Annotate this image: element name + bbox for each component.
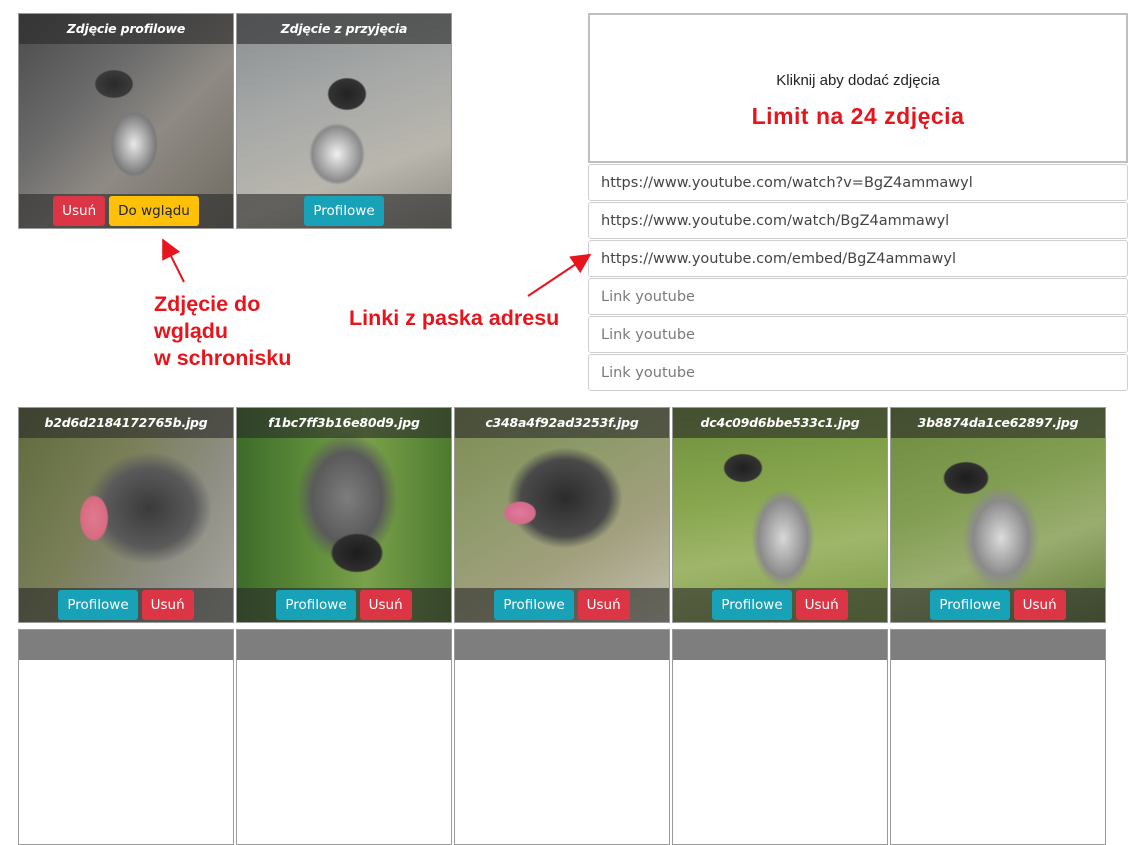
set-profile-button[interactable]: Profilowe — [930, 590, 1010, 620]
card-title: b2d6d2184172765b.jpg — [19, 408, 233, 438]
set-profile-button[interactable]: Profilowe — [494, 590, 574, 620]
card-actions: Profilowe Usuń — [455, 588, 669, 622]
gallery-card — [890, 629, 1106, 845]
card-title: 3b8874da1ce62897.jpg — [891, 408, 1105, 438]
card-title: f1bc7ff3b16e80d9.jpg — [237, 408, 451, 438]
card-actions: Profilowe Usuń — [19, 588, 233, 622]
card-title — [673, 630, 887, 660]
set-profile-button[interactable]: Profilowe — [712, 590, 792, 620]
delete-button[interactable]: Usuń — [1013, 590, 1066, 620]
gallery-card: dc4c09d6bbe533c1.jpg Profilowe Usuń — [672, 407, 888, 623]
card-actions: Profilowe Usuń — [237, 588, 451, 622]
card-title — [455, 630, 669, 660]
set-profile-button[interactable]: Profilowe — [58, 590, 138, 620]
card-actions: Profilowe Usuń — [673, 588, 887, 622]
card-title — [891, 630, 1105, 660]
gallery-card — [454, 629, 670, 845]
card-title — [237, 630, 451, 660]
gallery-card: f1bc7ff3b16e80d9.jpg Profilowe Usuń — [236, 407, 452, 623]
card-actions: Profilowe Usuń — [891, 588, 1105, 622]
card-title — [19, 630, 233, 660]
arrow-to-view-button — [162, 238, 185, 283]
gallery-card: b2d6d2184172765b.jpg Profilowe Usuń — [18, 407, 234, 623]
delete-button[interactable]: Usuń — [359, 590, 412, 620]
set-profile-button[interactable]: Profilowe — [276, 590, 356, 620]
gallery-card — [18, 629, 234, 845]
card-title: dc4c09d6bbe533c1.jpg — [673, 408, 887, 438]
card-title: c348a4f92ad3253f.jpg — [455, 408, 669, 438]
gallery-card — [672, 629, 888, 845]
gallery-card — [236, 629, 452, 845]
gallery-card: c348a4f92ad3253f.jpg Profilowe Usuń — [454, 407, 670, 623]
gallery-card: 3b8874da1ce62897.jpg Profilowe Usuń — [890, 407, 1106, 623]
delete-button[interactable]: Usuń — [577, 590, 630, 620]
delete-button[interactable]: Usuń — [141, 590, 194, 620]
delete-button[interactable]: Usuń — [795, 590, 848, 620]
arrow-to-links — [527, 253, 592, 297]
